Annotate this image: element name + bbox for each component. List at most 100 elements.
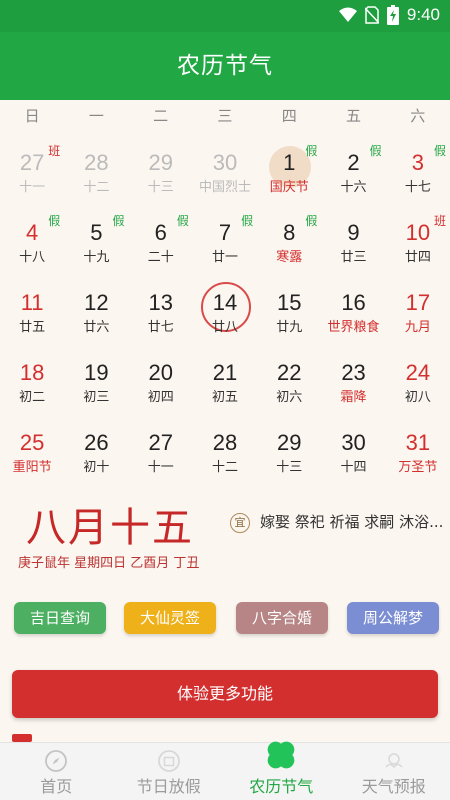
calendar-day[interactable]: 30 中国烈士 xyxy=(193,132,257,202)
calendar-day[interactable]: 18 初二 xyxy=(0,342,64,412)
lunar-day: 十一 xyxy=(19,180,46,195)
status-icons: 9:40 xyxy=(338,5,440,25)
calendar-day[interactable]: 10 廿四班 xyxy=(386,202,450,272)
lucky-day-button[interactable]: 吉日查询 xyxy=(14,602,106,634)
calendar-day[interactable]: 24 初八 xyxy=(386,342,450,412)
lunar-day: 初六 xyxy=(276,390,303,405)
day-number: 30 xyxy=(212,150,238,175)
lunar-day: 国庆节 xyxy=(269,180,309,195)
more-features-button[interactable]: 体验更多功能 xyxy=(12,670,438,718)
lunar-day: 重阳节 xyxy=(12,460,52,475)
weekday-label: 日 xyxy=(24,107,40,125)
calendar-day[interactable]: 30 十四 xyxy=(321,412,385,482)
lunar-day: 十九 xyxy=(83,250,110,265)
lunar-day: 廿四 xyxy=(404,250,431,265)
battery-charging-icon xyxy=(386,5,399,25)
weekday-label: 六 xyxy=(410,107,426,125)
weekday-label: 四 xyxy=(281,107,297,125)
lunar-day: 廿五 xyxy=(19,320,46,335)
calendar-day[interactable]: 13 廿七 xyxy=(129,272,193,342)
calendar-day[interactable]: 15 廿九 xyxy=(257,272,321,342)
nav-lunar[interactable]: 农历节气 xyxy=(225,741,338,800)
calendar-day[interactable]: 27 十一班 xyxy=(0,132,64,202)
day-number: 25 xyxy=(19,430,45,455)
bazi-match-button[interactable]: 八字合婚 xyxy=(236,602,328,634)
status-bar: 9:40 xyxy=(0,0,450,32)
calendar-day[interactable]: 20 初四 xyxy=(129,342,193,412)
calendar-day[interactable]: 9 廿三 xyxy=(321,202,385,272)
calendar-day[interactable]: 23 霜降 xyxy=(321,342,385,412)
lunar-day: 廿九 xyxy=(276,320,303,335)
day-number: 29 xyxy=(148,150,173,175)
ganzhi-text: 庚子鼠年 星期四日 乙酉月 丁丑 xyxy=(18,556,200,571)
lunar-day: 寒露 xyxy=(276,250,303,265)
calendar-day[interactable]: 21 初五 xyxy=(193,342,257,412)
calendar-day[interactable]: 8 寒露假 xyxy=(257,202,321,272)
day-number: 16 xyxy=(341,290,366,315)
calendar-day[interactable]: 4 十八假 xyxy=(0,202,64,272)
lunar-day: 九月 xyxy=(404,320,431,335)
ad-icon xyxy=(12,734,32,742)
calendar-day[interactable]: 27 十一 xyxy=(129,412,193,482)
calendar-day[interactable]: 29 十三 xyxy=(257,412,321,482)
lunar-day: 初八 xyxy=(404,390,431,405)
calendar-day[interactable]: 1 国庆节假 xyxy=(257,132,321,202)
lunar-date: 八月十五 xyxy=(26,505,194,551)
weather-icon xyxy=(384,753,403,769)
calendar-day[interactable]: 12 廿六 xyxy=(64,272,128,342)
dream-interpret-button[interactable]: 周公解梦 xyxy=(347,602,439,634)
fortune-slip-button[interactable]: 大仙灵签 xyxy=(124,602,216,634)
nav-weather[interactable]: 天气预报 xyxy=(338,743,450,800)
holiday-badge: 假 xyxy=(48,214,61,228)
calendar-day[interactable]: 7 廿一假 xyxy=(193,202,257,272)
clover-icon xyxy=(267,741,295,769)
app-header: 农历节气 xyxy=(0,32,450,100)
calendar-day[interactable]: 5 十九假 xyxy=(64,202,128,272)
lunar-day: 初三 xyxy=(83,390,110,405)
weekday-label: 三 xyxy=(217,107,233,125)
day-number: 26 xyxy=(84,430,109,455)
lunar-day: 十三 xyxy=(147,180,174,195)
nav-label: 节日放假 xyxy=(136,777,201,796)
yi-activities[interactable]: 嫁娶 祭祀 祈福 求嗣 沐浴... xyxy=(260,511,445,532)
calendar-day[interactable]: 6 二十假 xyxy=(129,202,193,272)
lunar-day: 十二 xyxy=(211,460,238,475)
day-number: 28 xyxy=(84,150,109,175)
day-info-panel: 八月十五 庚子鼠年 星期四日 乙酉月 丁丑 宜 嫁娶 祭祀 祈福 求嗣 沐浴..… xyxy=(0,487,450,587)
calendar-day[interactable]: 28 十二 xyxy=(64,132,128,202)
day-number: 21 xyxy=(212,360,238,385)
calendar-day[interactable]: 26 初十 xyxy=(64,412,128,482)
calendar-day[interactable]: 17 九月 xyxy=(386,272,450,342)
holiday-badge: 假 xyxy=(305,214,318,228)
calendar-day[interactable]: 11 廿五 xyxy=(0,272,64,342)
calendar-day[interactable]: 28 十二 xyxy=(193,412,257,482)
workday-badge: 班 xyxy=(48,144,61,158)
lunar-day: 廿七 xyxy=(147,320,174,335)
weekday-header: 日 一 二 三 四 五 六 xyxy=(0,100,450,132)
calendar-day[interactable]: 31 万圣节 xyxy=(386,412,450,482)
nav-home[interactable]: 首页 xyxy=(0,743,113,800)
calendar-day[interactable]: 29 十三 xyxy=(129,132,193,202)
day-number: 1 xyxy=(283,150,296,175)
lunar-day: 世界粮食 xyxy=(327,320,380,335)
calendar-day[interactable]: 2 十六假 xyxy=(321,132,385,202)
calendar-day[interactable]: 16 世界粮食 xyxy=(321,272,385,342)
day-number: 29 xyxy=(277,430,302,455)
no-sim-icon xyxy=(364,6,379,24)
day-number: 14 xyxy=(212,290,238,315)
calendar-day[interactable]: 22 初六 xyxy=(257,342,321,412)
lunar-day: 廿三 xyxy=(340,250,367,265)
day-number: 30 xyxy=(341,430,366,455)
calendar-day[interactable]: 3 十七假 xyxy=(386,132,450,202)
bottom-nav: 首页 节日放假 农历节气 天气预报 xyxy=(0,741,450,800)
nav-holidays[interactable]: 节日放假 xyxy=(113,743,226,800)
calendar-day[interactable]: 19 初三 xyxy=(64,342,128,412)
page-title: 农历节气 xyxy=(177,53,273,79)
lunar-day: 廿八 xyxy=(211,320,238,335)
workday-badge: 班 xyxy=(433,214,446,228)
lunar-day: 初二 xyxy=(19,390,46,405)
calendar-day[interactable]: 25 重阳节 xyxy=(0,412,64,482)
day-number: 27 xyxy=(148,430,173,455)
lunar-day: 十二 xyxy=(83,180,110,195)
calendar-day[interactable]: 14 廿八 xyxy=(193,272,257,342)
